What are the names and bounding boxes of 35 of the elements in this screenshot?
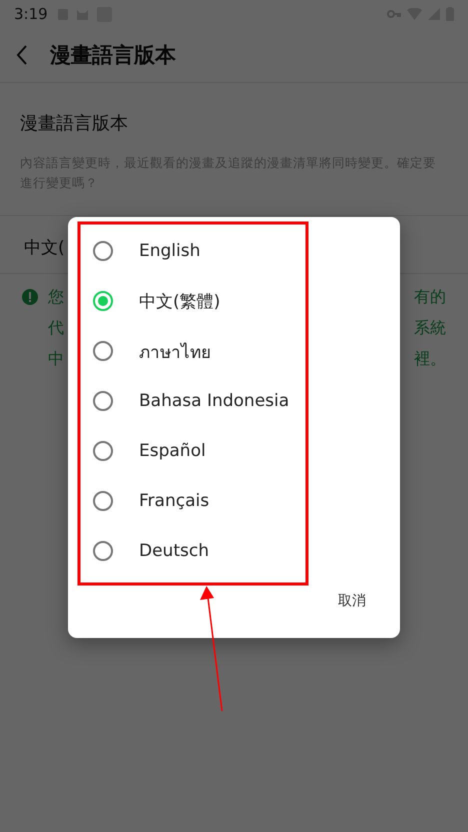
- cancel-button[interactable]: 取消: [334, 588, 370, 614]
- radio-button[interactable]: [93, 441, 113, 461]
- page-title: 漫畫語言版本: [50, 42, 176, 69]
- language-label: Español: [139, 441, 206, 461]
- notice-text: 您: [48, 287, 64, 308]
- language-option[interactable]: Français: [68, 476, 400, 526]
- language-label: ภาษาไทย: [139, 342, 211, 364]
- language-option[interactable]: 中文(繁體): [68, 276, 400, 326]
- current-language: 中文(: [24, 238, 65, 258]
- language-label: Deutsch: [139, 541, 209, 561]
- radio-button[interactable]: [93, 291, 113, 311]
- language-label: Français: [139, 491, 210, 511]
- language-option[interactable]: Bahasa Indonesia: [68, 376, 400, 426]
- back-icon[interactable]: [16, 45, 28, 65]
- notice-text: 有的: [414, 287, 446, 308]
- radio-button[interactable]: [93, 341, 113, 361]
- radio-button[interactable]: [93, 391, 113, 411]
- language-option[interactable]: ภาษาไทย: [68, 326, 400, 376]
- key-icon: [387, 10, 401, 18]
- status-time: 3:19: [14, 5, 48, 23]
- exclamation-icon: [22, 289, 38, 305]
- language-option[interactable]: English: [68, 226, 400, 276]
- language-option[interactable]: Deutsch: [68, 526, 400, 576]
- language-label: English: [139, 241, 200, 261]
- language-option[interactable]: Español: [68, 426, 400, 476]
- notice-text: 系統: [414, 318, 446, 339]
- radio-button[interactable]: [93, 491, 113, 511]
- radio-button[interactable]: [93, 541, 113, 561]
- setting-title: 漫畫語言版本: [20, 112, 129, 135]
- language-label: Bahasa Indonesia: [139, 391, 290, 411]
- notice-text: 裡。: [414, 349, 446, 370]
- language-label: 中文(繁體): [139, 290, 220, 312]
- radio-button[interactable]: [93, 241, 113, 261]
- notice-text: 代: [48, 318, 64, 339]
- notice-text: 中: [48, 349, 64, 370]
